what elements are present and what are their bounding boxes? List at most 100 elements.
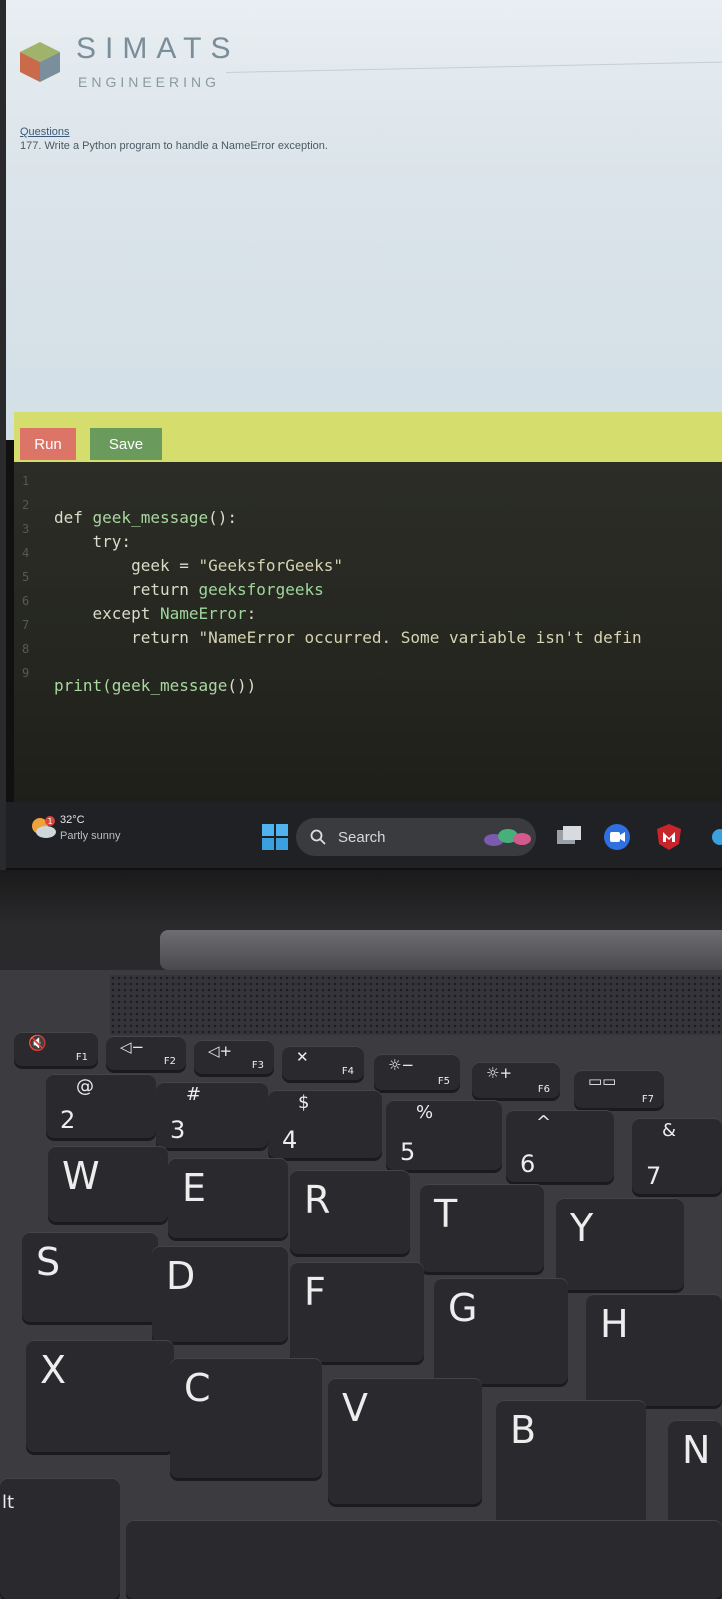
key-7[interactable]: & 7	[632, 1118, 722, 1194]
windows-taskbar: 1 32°C Partly sunny Search	[6, 802, 722, 868]
key-letter: H	[600, 1302, 629, 1346]
key-letter: E	[182, 1166, 207, 1210]
key-letter: T	[434, 1192, 458, 1236]
code-line: 2 try:	[14, 494, 722, 551]
key-f4[interactable]: ✕ F4	[282, 1046, 364, 1080]
key-letter: C	[184, 1366, 211, 1410]
mute-icon: 🔇	[28, 1034, 47, 1052]
weather-icon[interactable]: 1	[30, 816, 56, 840]
key-h[interactable]: H	[586, 1294, 722, 1406]
search-highlight-icon	[484, 829, 531, 846]
key-letter: R	[304, 1178, 331, 1222]
key-number: 6	[520, 1150, 536, 1178]
logo-cube-icon	[20, 42, 60, 82]
laptop-screen: SIMATS ENGINEERING Questions 177. Write …	[6, 0, 722, 870]
webpage: SIMATS ENGINEERING Questions 177. Write …	[6, 0, 722, 440]
key-letter: B	[510, 1408, 537, 1452]
key-space[interactable]	[126, 1520, 722, 1599]
key-f5[interactable]: ☼− F5	[374, 1054, 460, 1090]
key-f[interactable]: F	[290, 1262, 424, 1362]
key-b[interactable]: B	[496, 1400, 646, 1534]
brand-subtitle: ENGINEERING	[78, 74, 221, 90]
key-letter: V	[342, 1386, 368, 1430]
taskbar-search-box[interactable]: Search	[296, 818, 536, 856]
weather-badge: 1	[47, 817, 52, 826]
save-button[interactable]: Save	[90, 428, 162, 460]
tray-overflow-icon[interactable]	[706, 822, 722, 852]
task-view-icon[interactable]	[554, 822, 584, 852]
key-letter: Y	[570, 1206, 594, 1250]
key-r[interactable]: R	[290, 1170, 410, 1254]
code-line: 9	[14, 662, 722, 684]
code-line: 8 print(geek_message())	[14, 638, 722, 695]
key-t[interactable]: T	[420, 1184, 544, 1272]
key-5[interactable]: % 5	[386, 1100, 502, 1170]
brand-name: SIMATS	[76, 32, 240, 65]
key-g[interactable]: G	[434, 1278, 568, 1384]
line-number: 6	[22, 594, 30, 608]
search-placeholder: Search	[338, 829, 386, 846]
weather-description: Partly sunny	[60, 830, 121, 842]
brightness-down-icon: ☼−	[388, 1056, 415, 1074]
search-icon	[310, 829, 326, 845]
simats-logo: SIMATS ENGINEERING	[18, 18, 230, 90]
key-f2[interactable]: ◁− F2	[106, 1036, 186, 1070]
volume-down-icon: ◁−	[120, 1038, 145, 1056]
key-label: F2	[163, 1056, 176, 1067]
key-d[interactable]: D	[152, 1246, 288, 1342]
code-line: 4 return geeksforgeeks	[14, 542, 722, 599]
mcafee-shield-icon[interactable]	[654, 822, 684, 852]
run-button[interactable]: Run	[20, 428, 76, 460]
line-number: 4	[22, 546, 30, 560]
key-number: 3	[170, 1116, 186, 1144]
line-number: 1	[22, 474, 30, 488]
weather-temperature: 32°C	[60, 814, 85, 826]
key-s[interactable]: S	[22, 1232, 158, 1322]
key-3[interactable]: # 3	[156, 1082, 268, 1148]
key-2[interactable]: @ 2	[46, 1074, 156, 1138]
key-f6[interactable]: ☼+ F6	[472, 1062, 560, 1098]
key-f7[interactable]: ▭▭ F7	[574, 1070, 664, 1108]
meet-chat-icon[interactable]	[602, 822, 632, 852]
key-symbol: &	[662, 1120, 677, 1141]
mic-mute-icon: ✕	[296, 1048, 309, 1066]
key-f3[interactable]: ◁+ F3	[194, 1040, 274, 1074]
key-letter: X	[40, 1348, 67, 1392]
header-divider	[225, 61, 722, 73]
key-letter: N	[682, 1428, 711, 1472]
key-label: F1	[75, 1052, 88, 1063]
brightness-up-icon: ☼+	[486, 1064, 513, 1082]
key-f1[interactable]: 🔇 F1	[14, 1032, 98, 1066]
code-line: 5 except NameError:	[14, 566, 722, 623]
key-label: F7	[641, 1094, 654, 1105]
key-symbol: ^	[536, 1112, 552, 1133]
laptop-hinge	[160, 930, 722, 970]
key-c[interactable]: C	[170, 1358, 322, 1478]
key-v[interactable]: V	[328, 1378, 482, 1504]
key-label: lt	[2, 1492, 15, 1513]
code-line: 1 def geek_message():	[14, 470, 722, 527]
key-alt[interactable]: lt	[0, 1478, 120, 1599]
key-w[interactable]: W	[48, 1146, 168, 1222]
key-symbol: %	[416, 1102, 434, 1123]
code-editor[interactable]: 1 def geek_message(): 2 try: 3 geek = "G…	[14, 462, 722, 802]
key-symbol: $	[298, 1092, 310, 1113]
windows-start-icon[interactable]	[262, 824, 288, 850]
code-line: 3 geek = "GeeksforGeeks"	[14, 518, 722, 575]
key-e[interactable]: E	[168, 1158, 288, 1238]
key-letter: S	[36, 1240, 61, 1284]
key-number: 4	[282, 1126, 298, 1154]
key-letter: F	[304, 1270, 326, 1314]
key-6[interactable]: ^ 6	[506, 1110, 614, 1182]
key-y[interactable]: Y	[556, 1198, 684, 1290]
speaker-grille	[110, 975, 722, 1035]
line-number: 8	[22, 642, 30, 656]
questions-link[interactable]: Questions	[20, 126, 70, 138]
key-4[interactable]: $ 4	[268, 1090, 382, 1158]
volume-up-icon: ◁+	[208, 1042, 233, 1060]
key-number: 7	[646, 1162, 662, 1190]
key-letter: W	[62, 1154, 100, 1198]
line-number: 3	[22, 522, 30, 536]
key-x[interactable]: X	[26, 1340, 174, 1452]
key-symbol: #	[186, 1084, 202, 1105]
